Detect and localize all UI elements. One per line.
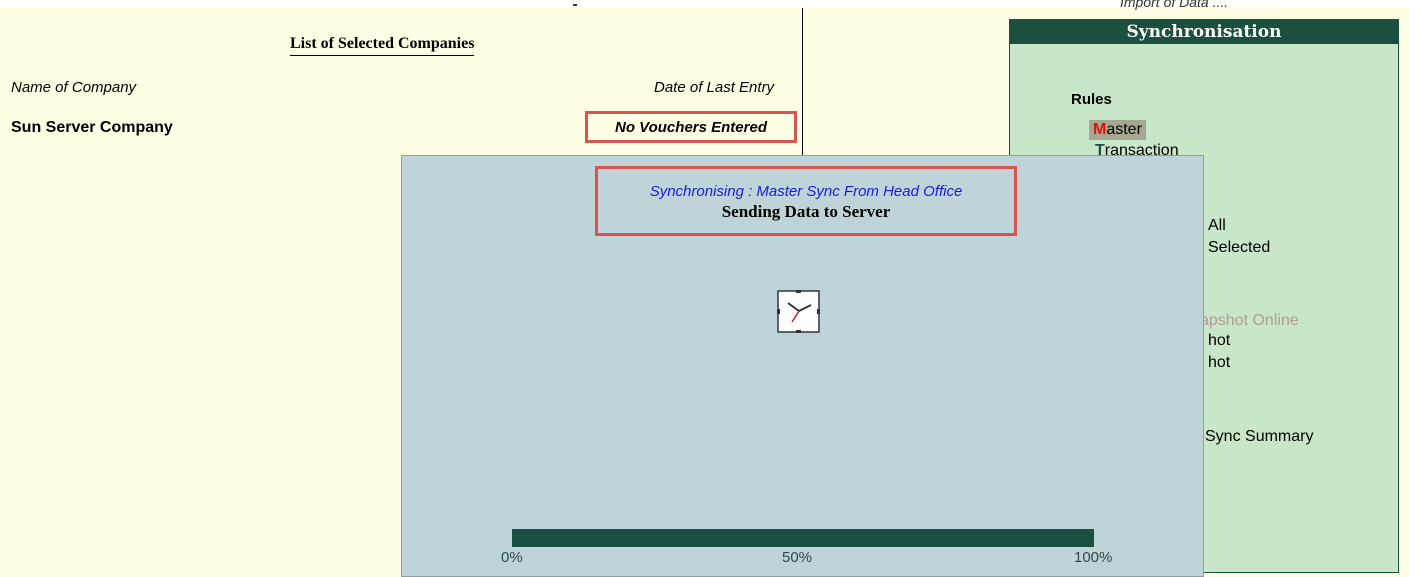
panel-divider	[802, 8, 803, 156]
menu-item-snapshot-2[interactable]: hot	[1208, 354, 1230, 372]
company-row-last-entry: No Vouchers Entered	[585, 111, 797, 143]
import-data-label: Import of Data ....	[1120, 0, 1229, 10]
progress-label-50: 50%	[782, 549, 813, 566]
column-header-company-name: Name of Company	[11, 79, 137, 96]
progress-label-100: 100%	[1074, 549, 1113, 566]
company-list-title: List of Selected Companies	[290, 35, 475, 56]
sync-status-box: Synchronising : Master Sync From Head Of…	[595, 166, 1017, 236]
sync-progress-bar	[512, 529, 1094, 547]
menu-item-selected[interactable]: Selected	[1208, 239, 1270, 257]
sync-progress-dialog: Synchronising : Master Sync From Head Of…	[401, 155, 1204, 577]
menu-item-sync-summary[interactable]: Sync Summary	[1205, 428, 1313, 446]
synchronisation-panel-title: Synchronisation	[1010, 20, 1398, 44]
menu-item-all[interactable]: All	[1208, 217, 1226, 235]
menu-item-master-label: aster	[1106, 121, 1142, 138]
menu-item-snapshot-online[interactable]: apshot Online	[1200, 312, 1299, 330]
company-row-name[interactable]: Sun Server Company	[11, 119, 173, 137]
top-tick-mark	[573, 4, 577, 6]
menu-item-snapshot-1[interactable]: hot	[1208, 332, 1230, 350]
menu-item-master-hotkey: M	[1093, 121, 1107, 138]
progress-label-0: 0%	[501, 549, 523, 566]
column-header-last-entry-date: Date of Last Entry	[654, 79, 775, 96]
rules-heading: Rules	[1071, 91, 1112, 108]
sync-status-line: Synchronising : Master Sync From Head Of…	[649, 183, 963, 200]
menu-item-master[interactable]: Master	[1089, 120, 1146, 140]
last-entry-value: No Vouchers Entered	[615, 118, 767, 136]
sync-message: Sending Data to Server	[721, 202, 891, 221]
clock-icon	[777, 290, 820, 333]
